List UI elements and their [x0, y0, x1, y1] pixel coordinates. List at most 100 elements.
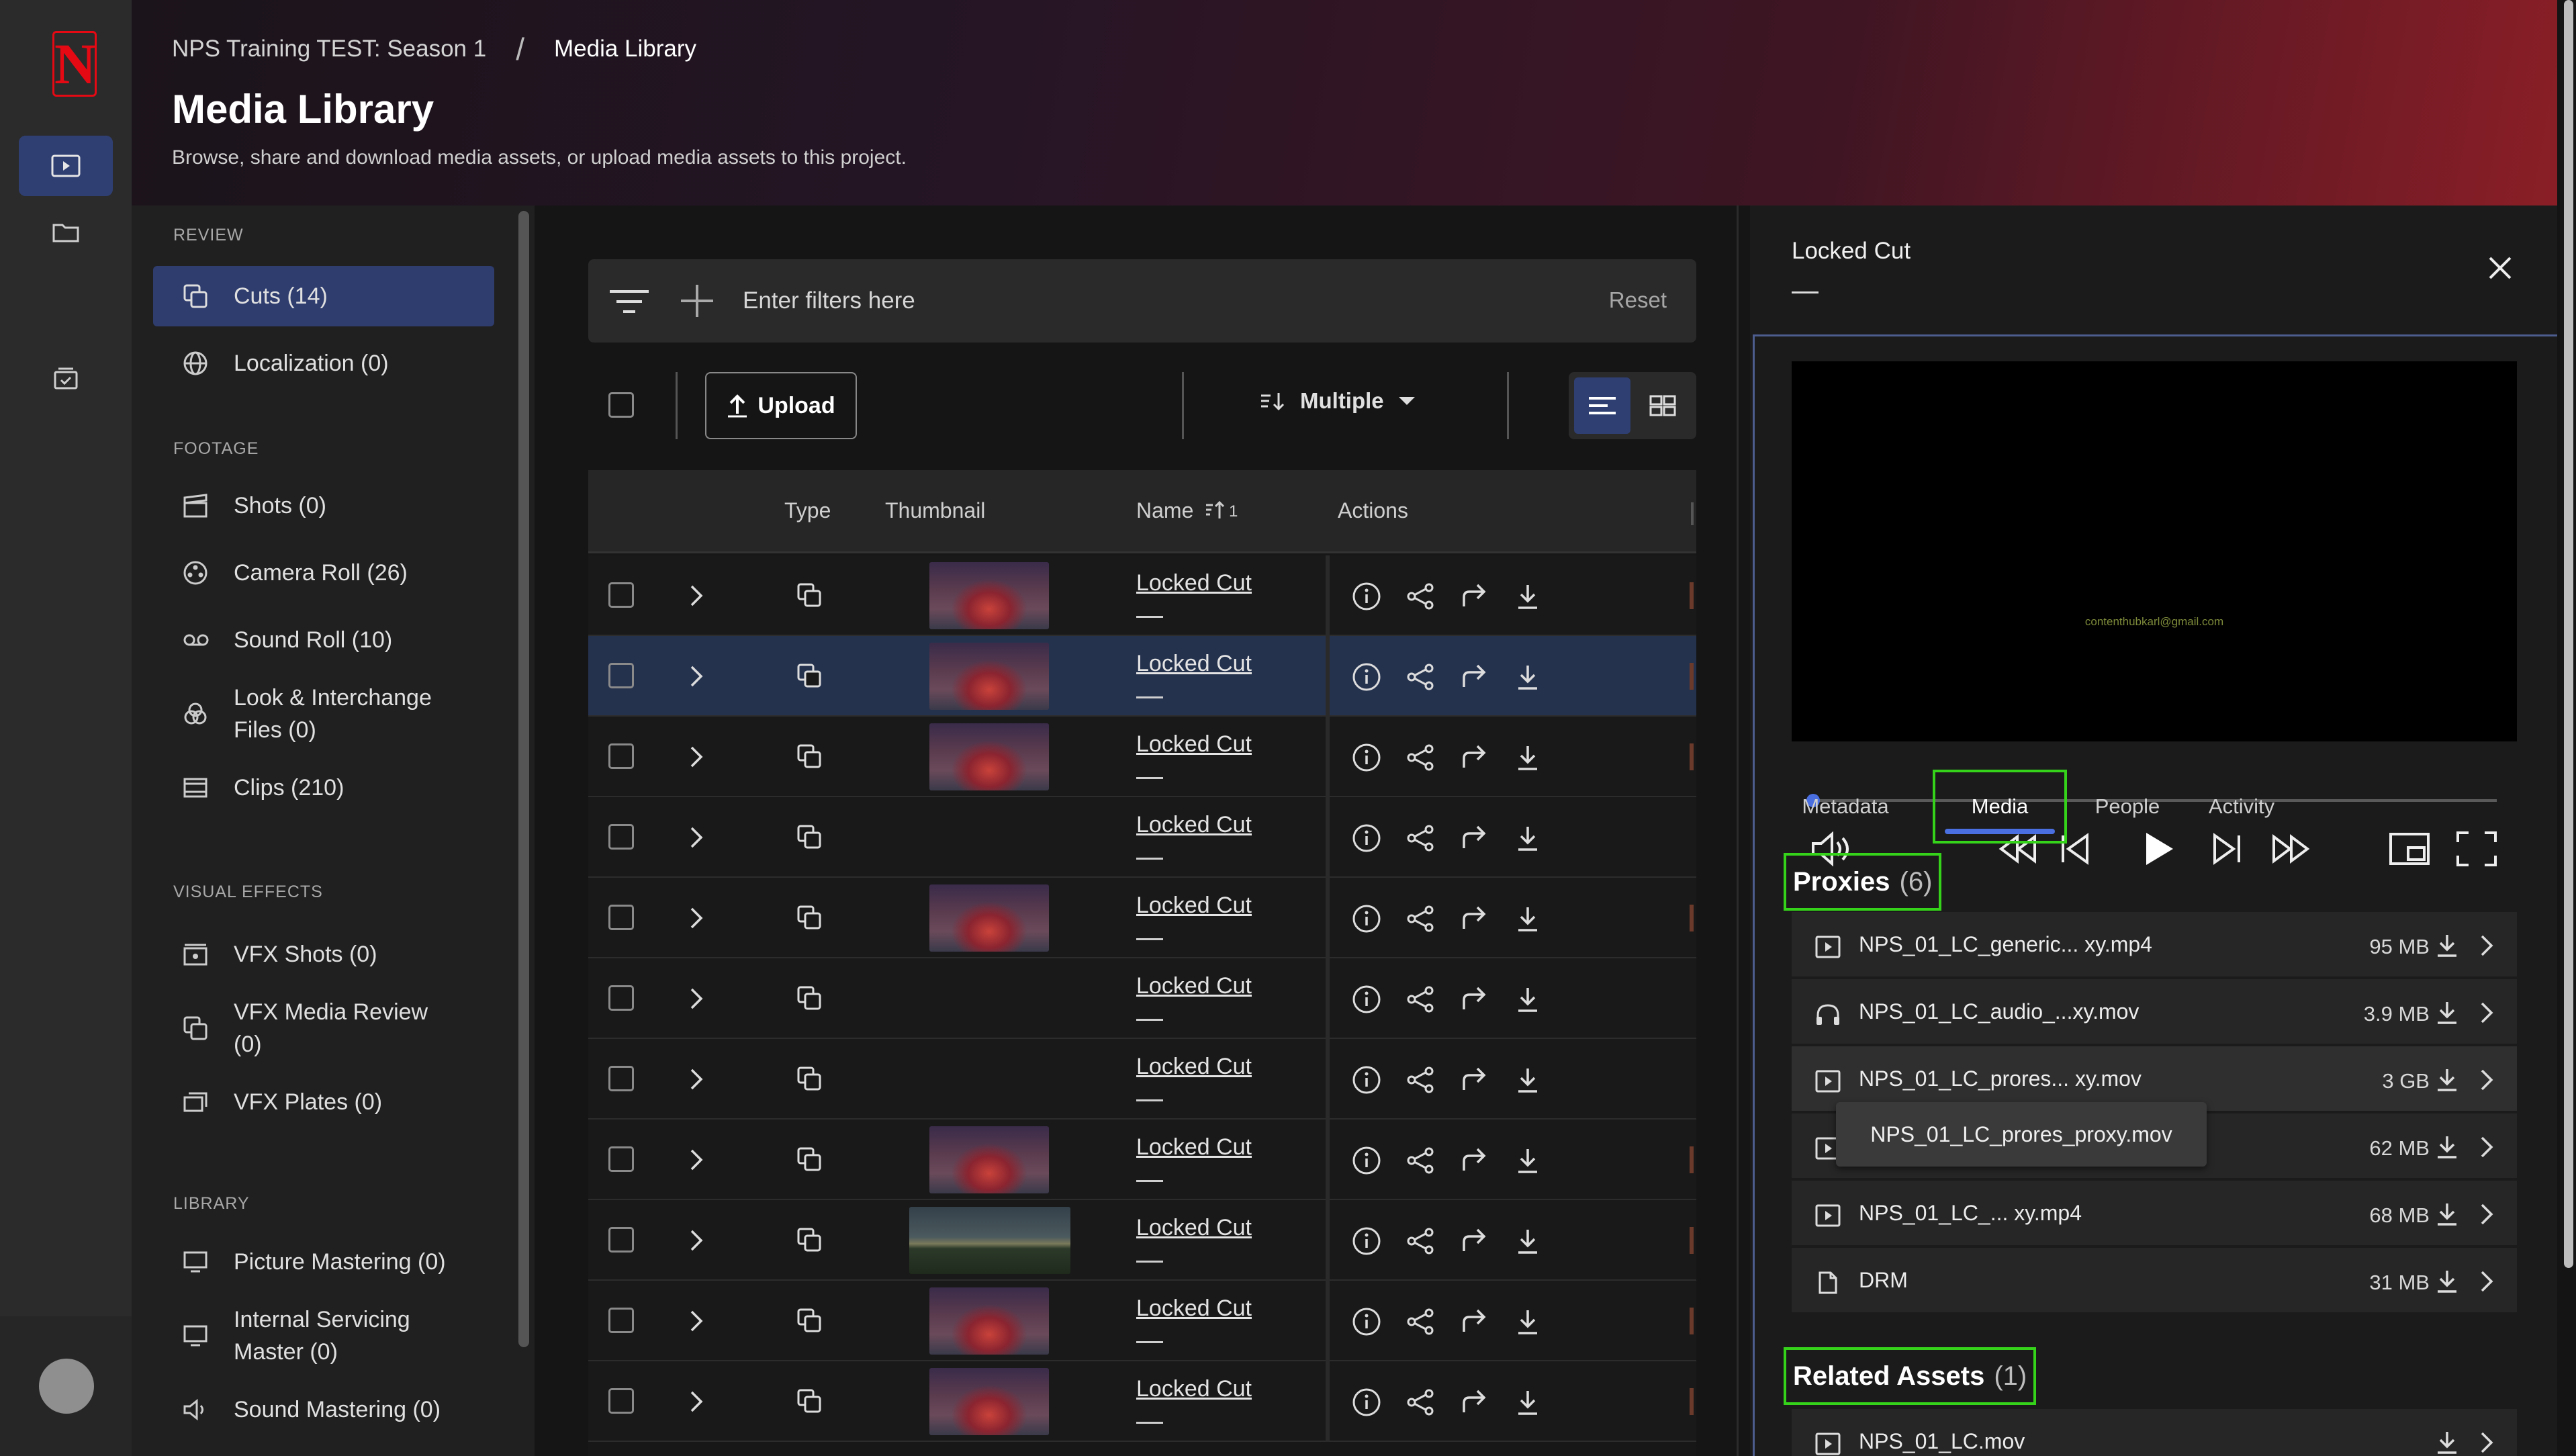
row-checkbox[interactable]: [608, 1308, 634, 1333]
forward-icon[interactable]: [1459, 823, 1489, 854]
row-checkbox[interactable]: [608, 743, 634, 769]
share-icon[interactable]: [1405, 1306, 1436, 1337]
related-asset-item[interactable]: NPS_01_LC.mov: [1792, 1409, 2517, 1456]
rail-media-button[interactable]: [19, 136, 113, 196]
table-row[interactable]: Locked Cut: [588, 878, 1696, 958]
info-icon[interactable]: [1351, 1306, 1382, 1337]
forward-icon[interactable]: [1459, 1064, 1489, 1095]
info-icon[interactable]: [1351, 581, 1382, 612]
download-icon[interactable]: [1512, 823, 1543, 854]
grid-view-button[interactable]: [1635, 377, 1691, 434]
row-thumbnail[interactable]: [929, 562, 1049, 629]
download-icon[interactable]: [1512, 984, 1543, 1015]
avatar[interactable]: [39, 1359, 94, 1414]
video-player[interactable]: contenthubkarl@gmail.com: [1792, 361, 2517, 867]
table-row[interactable]: Locked Cut: [588, 717, 1696, 797]
column-type[interactable]: Type: [784, 498, 831, 523]
reset-button[interactable]: Reset: [1609, 287, 1667, 313]
row-name-link[interactable]: Locked Cut: [1136, 1134, 1252, 1161]
share-icon[interactable]: [1405, 823, 1436, 854]
table-row[interactable]: Locked Cut: [588, 1120, 1696, 1200]
chevron-right-icon[interactable]: [2479, 1430, 2494, 1455]
table-row[interactable]: Locked Cut: [588, 636, 1696, 717]
column-resize-handle[interactable]: [1691, 502, 1694, 525]
sidebar-item-camera-roll[interactable]: Camera Roll (26): [153, 543, 494, 603]
row-name-link[interactable]: Locked Cut: [1136, 973, 1252, 999]
row-thumbnail[interactable]: [929, 723, 1049, 790]
row-checkbox[interactable]: [608, 663, 634, 688]
add-filter-icon[interactable]: [680, 283, 715, 318]
info-icon[interactable]: [1351, 1145, 1382, 1176]
chevron-right-icon[interactable]: [689, 1148, 704, 1172]
info-icon[interactable]: [1351, 984, 1382, 1015]
row-checkbox[interactable]: [608, 985, 634, 1011]
sidebar-item-picture-mastering[interactable]: Picture Mastering (0): [153, 1232, 494, 1292]
chevron-right-icon[interactable]: [689, 664, 704, 688]
row-thumbnail[interactable]: [929, 1287, 1049, 1355]
rail-deliveries-button[interactable]: [19, 348, 113, 408]
netflix-logo[interactable]: N: [52, 31, 97, 97]
info-icon[interactable]: [1351, 1226, 1382, 1257]
share-icon[interactable]: [1405, 984, 1436, 1015]
tab-metadata[interactable]: Metadata: [1798, 770, 1892, 844]
share-icon[interactable]: [1405, 1387, 1436, 1418]
row-name-link[interactable]: Locked Cut: [1136, 812, 1252, 838]
sidebar-item-shots[interactable]: Shots (0): [153, 475, 494, 536]
sidebar-item-sound-roll[interactable]: Sound Roll (10): [153, 610, 494, 670]
row-thumbnail[interactable]: [909, 1207, 1070, 1274]
chevron-right-icon[interactable]: [2479, 1001, 2494, 1025]
chevron-right-icon[interactable]: [2479, 1269, 2494, 1293]
proxy-file-item[interactable]: NPS_01_LC_... xy.mp4 68 MB: [1792, 1181, 2517, 1246]
upload-button[interactable]: Upload: [705, 372, 857, 439]
forward-icon[interactable]: [1459, 1145, 1489, 1176]
row-checkbox[interactable]: [608, 1227, 634, 1253]
table-row[interactable]: Locked Cut: [588, 797, 1696, 878]
table-row[interactable]: Locked Cut: [588, 1281, 1696, 1361]
download-icon[interactable]: [2435, 1068, 2459, 1092]
row-name-link[interactable]: Locked Cut: [1136, 1215, 1252, 1241]
forward-icon[interactable]: [1459, 903, 1489, 934]
tab-media[interactable]: Media: [1933, 770, 2067, 844]
filter-lines-icon[interactable]: [608, 287, 650, 316]
download-icon[interactable]: [1512, 1387, 1543, 1418]
share-icon[interactable]: [1405, 742, 1436, 773]
select-all-checkbox[interactable]: [608, 392, 634, 418]
forward-icon[interactable]: [1459, 1226, 1489, 1257]
row-name-link[interactable]: Locked Cut: [1136, 1295, 1252, 1322]
download-icon[interactable]: [1512, 1064, 1543, 1095]
column-name[interactable]: Name: [1136, 498, 1193, 523]
chevron-right-icon[interactable]: [689, 987, 704, 1011]
info-icon[interactable]: [1351, 903, 1382, 934]
download-icon[interactable]: [2435, 1430, 2459, 1455]
chevron-right-icon[interactable]: [2479, 1135, 2494, 1159]
table-row[interactable]: Locked Cut: [588, 1039, 1696, 1120]
chevron-right-icon[interactable]: [2479, 1068, 2494, 1092]
download-icon[interactable]: [1512, 1306, 1543, 1337]
row-name-link[interactable]: Locked Cut: [1136, 731, 1252, 758]
row-checkbox[interactable]: [608, 582, 634, 608]
row-checkbox[interactable]: [608, 824, 634, 850]
share-icon[interactable]: [1405, 1226, 1436, 1257]
close-icon[interactable]: [2487, 255, 2513, 281]
download-icon[interactable]: [1512, 1145, 1543, 1176]
main-scrollbar[interactable]: [1737, 206, 1739, 1456]
share-icon[interactable]: [1405, 1064, 1436, 1095]
row-thumbnail[interactable]: [929, 643, 1049, 710]
sidebar-item-sound-mastering[interactable]: Sound Mastering (0): [153, 1379, 494, 1440]
table-row[interactable]: Locked Cut: [588, 1361, 1696, 1442]
table-row[interactable]: Locked Cut: [588, 958, 1696, 1039]
download-icon[interactable]: [1512, 1226, 1543, 1257]
sidebar-item-vfx-plates[interactable]: VFX Plates (0): [153, 1072, 494, 1132]
forward-icon[interactable]: [1459, 1306, 1489, 1337]
info-icon[interactable]: [1351, 662, 1382, 692]
sidebar-item-cuts[interactable]: Cuts (14): [153, 266, 494, 326]
row-name-link[interactable]: Locked Cut: [1136, 1376, 1252, 1402]
download-icon[interactable]: [1512, 742, 1543, 773]
tab-people[interactable]: People: [2087, 770, 2168, 844]
share-icon[interactable]: [1405, 1145, 1436, 1176]
row-name-link[interactable]: Locked Cut: [1136, 1054, 1252, 1080]
sort-asc-icon[interactable]: [1205, 500, 1226, 520]
chevron-right-icon[interactable]: [689, 1228, 704, 1253]
forward-icon[interactable]: [1459, 581, 1489, 612]
download-icon[interactable]: [1512, 581, 1543, 612]
